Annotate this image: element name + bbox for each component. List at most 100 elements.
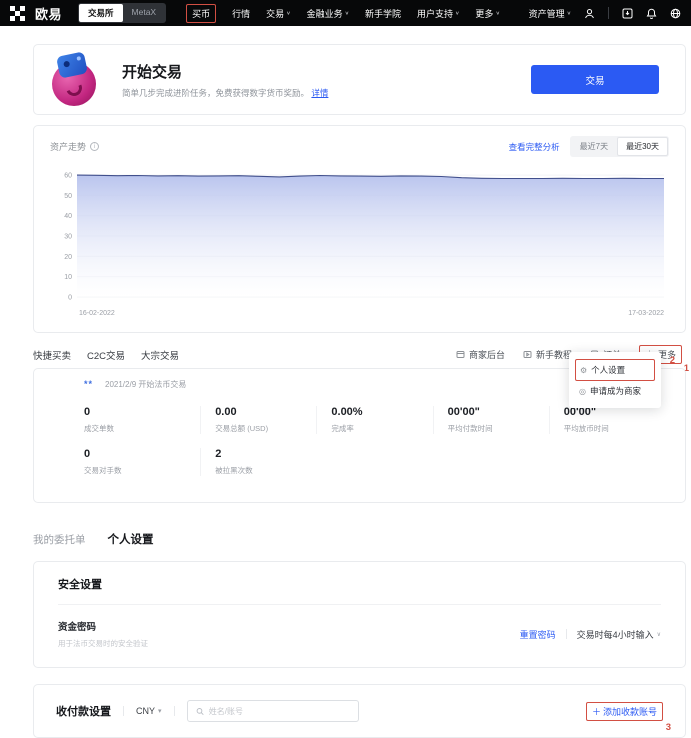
hero-title: 开始交易 (122, 61, 328, 82)
search-icon (196, 707, 204, 716)
chart-svg: 0 10 20 30 40 50 60 16-02-2022 17-03-2022 (50, 161, 669, 323)
annotation-number-3: 3 (666, 722, 671, 733)
svg-text:16-02-2022: 16-02-2022 (79, 310, 115, 317)
svg-text:60: 60 (64, 173, 72, 180)
security-settings-card: 安全设置 资金密码 用于法币交易时的安全验证 重置密码 交易时每4小时输入 ∨ (33, 561, 686, 668)
tutorial-link[interactable]: 新手教程 (523, 348, 572, 361)
start-trading-banner: 开始交易 简单几步完成进阶任务，免费获得数字货币奖励。 详情 交易 (33, 44, 686, 115)
section-tabs: 我的委托单 个人设置 (33, 531, 686, 547)
svg-text:30: 30 (64, 234, 72, 241)
chart-header: 资产走势 i 查看完整分析 最近7天 最近30天 (50, 136, 669, 157)
merchant-badge-icon: ◎ (579, 387, 586, 396)
product-toggle: 交易所 MetaX (78, 3, 166, 23)
download-app-icon[interactable] (622, 8, 633, 19)
nav-item-more[interactable]: 更多∨ (475, 7, 499, 20)
divider (174, 706, 175, 716)
chevron-down-icon: ▾ (158, 707, 162, 715)
svg-text:0: 0 (68, 295, 72, 302)
logo-text[interactable]: 欧易 (35, 4, 62, 23)
tab-express-trade[interactable]: 快捷买卖 (33, 348, 71, 362)
more-dropdown-menu: ⚙ 个人设置 2 ◎ 申请成为商家 (569, 352, 661, 408)
stat-counterparties: 0交易对手数 (84, 448, 200, 476)
account-search-input[interactable] (209, 707, 350, 716)
hero-texts: 开始交易 简单几步完成进阶任务，免费获得数字货币奖励。 详情 (122, 61, 328, 99)
range-7d-button[interactable]: 最近7天 (571, 137, 617, 156)
svg-text:20: 20 (64, 254, 72, 261)
stat-blocked-count: 2被拉黑次数 (200, 448, 316, 476)
range-30d-button[interactable]: 最近30天 (617, 137, 668, 156)
details-link[interactable]: 详情 (311, 88, 328, 98)
nav-item-academy[interactable]: 新手学院 (365, 7, 401, 20)
nav-item-trade[interactable]: 交易∨ (266, 7, 290, 20)
nav-menu: 买币 行情 交易∨ 金融业务∨ 新手学院 用户支持∨ 更多∨ (186, 4, 500, 23)
chevron-down-icon: ∨ (345, 10, 349, 16)
fund-password-desc: 用于法币交易时的安全验证 (58, 638, 148, 649)
tab-block-trade[interactable]: 大宗交易 (141, 348, 179, 362)
trade-button[interactable]: 交易 (531, 65, 659, 94)
full-analysis-link[interactable]: 查看完整分析 (509, 141, 560, 153)
payment-settings-title: 收付款设置 (56, 703, 111, 719)
merchant-console-link[interactable]: 商家后台 (456, 348, 505, 361)
chart-title: 资产走势 i (50, 140, 99, 153)
svg-text:50: 50 (64, 193, 72, 200)
currency-dropdown[interactable]: CNY ▾ (136, 706, 162, 716)
divider (566, 629, 567, 639)
okx-logo-icon[interactable] (10, 6, 25, 21)
nav-item-assets[interactable]: 资产管理∨ (529, 7, 571, 20)
notifications-bell-icon[interactable] (646, 8, 657, 19)
chevron-down-icon: ∨ (567, 10, 571, 16)
asset-trend-chart[interactable]: 0 10 20 30 40 50 60 16-02-2022 17-03-2022 (50, 161, 669, 328)
stat-completion-rate: 0.00%完成率 (316, 406, 432, 434)
divider (123, 706, 124, 716)
chevron-down-icon: ∨ (455, 10, 459, 16)
menu-item-become-merchant[interactable]: ◎ 申请成为商家 (575, 381, 655, 401)
info-icon[interactable]: i (90, 142, 99, 151)
user-profile-icon[interactable] (584, 8, 595, 19)
range-toggle: 最近7天 最近30天 (570, 136, 669, 157)
top-navbar: 欧易 交易所 MetaX 买币 行情 交易∨ 金融业务∨ 新手学院 用户支持∨ … (0, 0, 691, 26)
toggle-exchange[interactable]: 交易所 (79, 4, 123, 22)
account-search-box (187, 700, 359, 722)
svg-text:10: 10 (64, 274, 72, 281)
security-settings-title: 安全设置 (58, 576, 661, 605)
annotation-number-2: 2 (670, 355, 675, 366)
merchant-since-text: 2021/2/9 开始法币交易 (105, 379, 186, 390)
tutorial-icon (523, 350, 532, 359)
add-payment-account-button[interactable]: ＋ 添加收款账号 3 (586, 702, 663, 721)
nav-item-support[interactable]: 用户支持∨ (417, 7, 459, 20)
stat-avg-release-time: 00'00"平均放币时间 (549, 406, 665, 434)
nav-divider (608, 7, 609, 19)
stats-row-1: 0成交单数 0.00交易总额 (USD) 0.00%完成率 00'00"平均付款… (84, 406, 665, 434)
stat-avg-pay-time: 00'00"平均付款时间 (433, 406, 549, 434)
hero-subtitle: 简单几步完成进阶任务，免费获得数字货币奖励。 详情 (122, 87, 328, 99)
tab-my-ads[interactable]: 我的委托单 (33, 532, 86, 547)
fund-password-row: 资金密码 用于法币交易时的安全验证 重置密码 交易时每4小时输入 ∨ (58, 619, 661, 649)
nav-right: 资产管理∨ (529, 7, 681, 20)
payment-settings-card: 收付款设置 CNY ▾ ＋ 添加收款账号 3 (33, 684, 686, 738)
chevron-down-icon: ∨ (286, 10, 290, 16)
fund-password-title: 资金密码 (58, 619, 148, 633)
language-globe-icon[interactable] (670, 8, 681, 19)
stats-row-2: 0交易对手数 2被拉黑次数 (84, 448, 665, 476)
stat-total-volume: 0.00交易总额 (USD) (200, 406, 316, 434)
tab-c2c-trade[interactable]: C2C交易 (87, 348, 125, 362)
merchant-avatar: ** (84, 380, 97, 390)
asset-trend-card: 资产走势 i 查看完整分析 最近7天 最近30天 0 10 20 30 40 50 60 16… (33, 125, 686, 333)
reset-password-link[interactable]: 重置密码 (520, 628, 556, 641)
toggle-metax[interactable]: MetaX (123, 4, 166, 22)
mascot-image (48, 54, 100, 106)
svg-text:40: 40 (64, 213, 72, 220)
password-frequency-dropdown[interactable]: 交易时每4小时输入 ∨ (577, 628, 661, 641)
svg-text:17-03-2022: 17-03-2022 (628, 310, 664, 317)
merchant-console-icon (456, 350, 465, 359)
nav-item-markets[interactable]: 行情 (232, 7, 250, 20)
tab-personal-settings[interactable]: 个人设置 (108, 531, 154, 547)
stat-completed-orders: 0成交单数 (84, 406, 200, 434)
plus-icon: ＋ (592, 705, 601, 718)
nav-item-buy-crypto[interactable]: 买币 (186, 4, 216, 23)
chevron-down-icon: ∨ (657, 631, 661, 638)
menu-item-personal-settings[interactable]: ⚙ 个人设置 2 (575, 359, 655, 381)
nav-item-finance[interactable]: 金融业务∨ (307, 7, 349, 20)
chevron-down-icon: ∨ (495, 10, 499, 16)
gear-icon: ⚙ (580, 366, 587, 375)
